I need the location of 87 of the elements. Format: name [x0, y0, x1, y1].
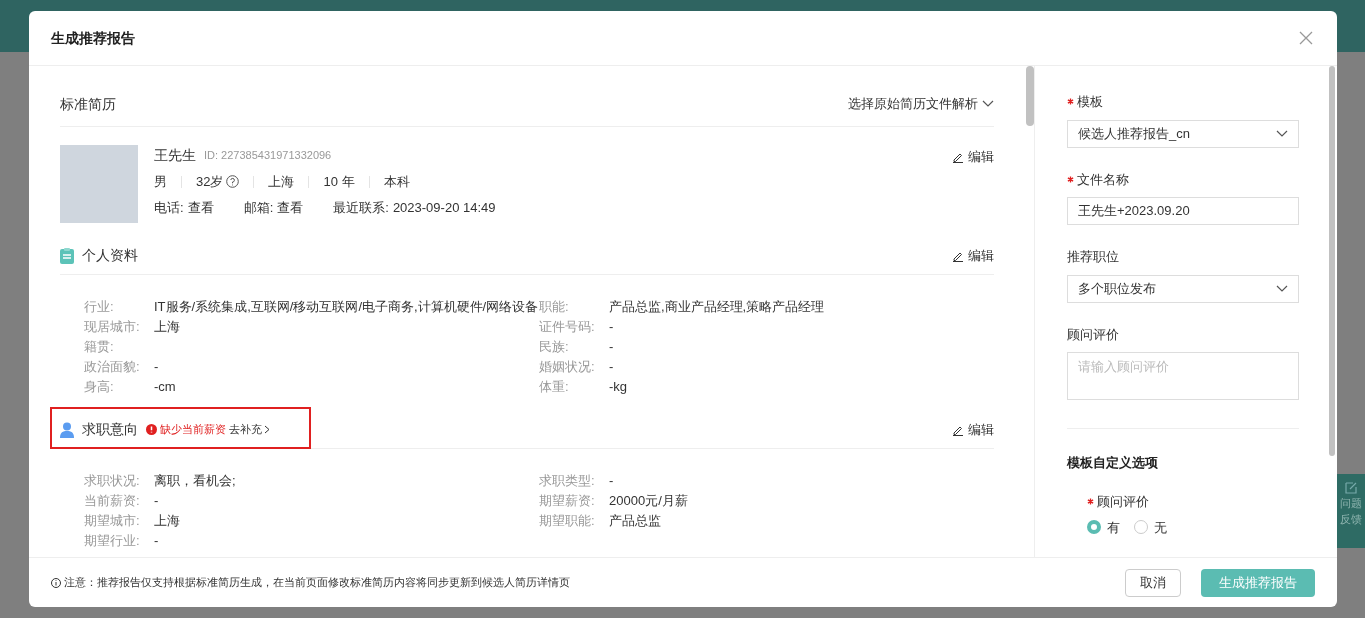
help-icon[interactable]	[226, 175, 240, 189]
section-title: 标准简历	[60, 94, 116, 114]
contact-label: 最近联系:	[333, 198, 389, 217]
parse-source-dropdown[interactable]: 选择原始简历文件解析	[848, 94, 994, 114]
field-label: 文件名称	[1077, 170, 1129, 189]
field-value: -	[609, 358, 614, 376]
warning-text: 缺少当前薪资	[160, 422, 226, 438]
feedback-label: 反馈	[1340, 512, 1362, 526]
field-value: -cm	[154, 378, 176, 396]
field-label: 顾问评价	[1067, 325, 1119, 344]
text-field[interactable]: 王先生+2023.09.20	[1067, 197, 1299, 225]
field-label: 模板	[1077, 93, 1103, 111]
field-label: 推荐职位	[1067, 248, 1119, 266]
field-value: -	[154, 532, 159, 550]
field-label: 身高:	[84, 378, 115, 396]
contact-label: 邮箱:	[243, 198, 274, 217]
radio-label: 有	[1107, 518, 1120, 537]
field-value: -	[154, 358, 159, 376]
field-label: 证件号码:	[539, 318, 596, 336]
field-label: 求职状况:	[84, 472, 141, 490]
field-label: 期望职能:	[539, 512, 596, 530]
field-label: 现居城市:	[84, 318, 141, 336]
scrollbar[interactable]	[1329, 66, 1335, 456]
field-label: 行业:	[84, 298, 115, 316]
field-label: 期望薪资:	[539, 492, 596, 510]
chevron-down-icon	[982, 100, 994, 108]
contact-value: 查看	[187, 198, 214, 217]
field-value: 20000元/月薪	[609, 492, 688, 510]
field-value: -	[609, 338, 614, 356]
candidate-fact: 男	[154, 173, 167, 191]
section-title: 个人资料	[82, 246, 138, 265]
radio-button[interactable]	[1087, 520, 1101, 535]
feedback-label: 问题	[1340, 496, 1362, 510]
option-label: 顾问评价	[1097, 493, 1149, 511]
candidate-fact: 10 年	[323, 173, 355, 191]
contact-value: 2023-09-20 14:49	[392, 198, 496, 217]
edit-button[interactable]: 编辑	[952, 419, 994, 440]
edit-button[interactable]: 编辑	[952, 147, 994, 167]
candidate-fact: 上海	[268, 173, 295, 191]
supplement-link[interactable]: 去补充	[229, 421, 270, 438]
field-label: 政治面貌:	[84, 358, 141, 376]
edit-note-icon	[1345, 482, 1357, 494]
candidate-fact: 32岁	[196, 173, 224, 191]
person-icon	[60, 421, 74, 438]
scrollbar[interactable]	[1026, 66, 1034, 126]
field-value: -	[154, 492, 159, 510]
select-field[interactable]: 候选人推荐报告_cn	[1067, 119, 1299, 148]
field-value: 离职，看机会;	[154, 472, 236, 490]
field-value: 产品总监,商业产品经理,策略产品经理	[609, 298, 825, 316]
field-value: IT服务/系统集成,互联网/移动互联网/电子商务,计算机硬件/网络设备	[154, 298, 539, 316]
field-value: 产品总监	[609, 512, 661, 530]
field-label: 民族:	[539, 338, 570, 356]
footer-note: 注意：推荐报告仅支持根据标准简历生成，在当前页面修改标准简历内容将同步更新到候选人简历详情页	[64, 575, 570, 591]
chevron-down-icon	[1276, 284, 1288, 293]
field-value: -	[609, 472, 614, 490]
contact-label: 电话:	[154, 198, 184, 217]
dialog-title: 生成推荐报告	[51, 28, 135, 48]
section-title: 求职意向	[82, 420, 138, 439]
close-button[interactable]	[1299, 30, 1315, 46]
field-value: -kg	[609, 378, 628, 396]
field-label: 职能:	[539, 298, 570, 316]
edit-button[interactable]: 编辑	[952, 245, 994, 266]
field-value: -	[609, 318, 614, 336]
field-label: 期望行业:	[84, 532, 141, 550]
contact-value: 查看	[277, 198, 304, 217]
chevron-right-icon	[264, 425, 270, 434]
info-icon	[51, 577, 61, 588]
field-label: 期望城市:	[84, 512, 141, 530]
field-label: 当前薪资:	[84, 492, 141, 510]
candidate-fact: 本科	[383, 173, 410, 191]
candidate-name: 王先生	[154, 146, 196, 165]
candidate-id: ID: 227385431971332096	[204, 148, 332, 164]
field-label: 求职类型:	[539, 472, 596, 490]
options-title: 模板自定义选项	[1067, 453, 1159, 472]
cancel-button[interactable]: 取消	[1125, 568, 1181, 597]
notepad-icon	[60, 247, 74, 264]
field-label: 体重:	[539, 378, 570, 396]
field-value: 上海	[154, 512, 180, 530]
text-area[interactable]: 请输入顾问评价	[1067, 352, 1299, 400]
field-label: 婚姻状况:	[539, 358, 596, 376]
radio-label: 无	[1154, 518, 1167, 537]
chevron-down-icon	[1276, 129, 1288, 138]
select-field[interactable]: 多个职位发布	[1067, 274, 1299, 303]
field-value: 上海	[154, 318, 180, 336]
radio-button[interactable]	[1134, 520, 1148, 535]
warning-icon	[146, 424, 157, 435]
field-label: 籍贯:	[84, 338, 115, 356]
